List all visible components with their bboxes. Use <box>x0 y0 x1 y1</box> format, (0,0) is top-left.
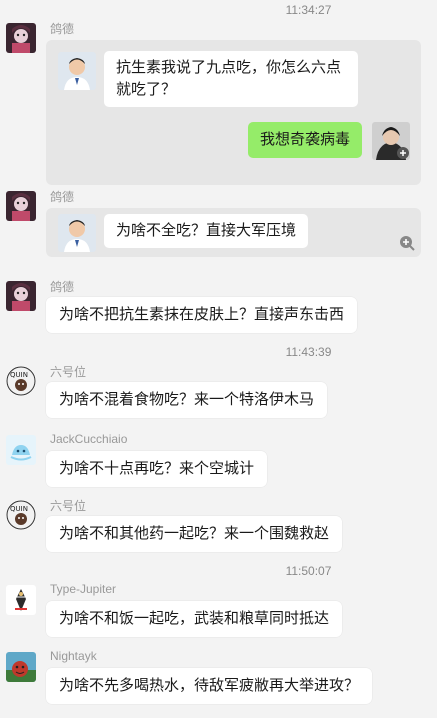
avatar-jack[interactable] <box>6 435 36 465</box>
message-bubble[interactable]: 为啥不和其他药一起吃？来一个围魏救赵 <box>46 516 343 552</box>
quoted-message-left: 抗生素我说了九点吃，你怎么六点就吃了？ <box>104 51 358 107</box>
sender-name: Type-Jupiter <box>50 582 117 596</box>
sender-name: Nightayk <box>50 649 97 663</box>
avatar-liuhaowei[interactable]: QUIN <box>6 500 36 530</box>
zoom-in-icon[interactable] <box>399 235 415 251</box>
timestamp: 11:50:07 <box>285 564 332 578</box>
avatar-nightayk[interactable] <box>6 652 36 682</box>
quoted-message-left: 为啥不全吃？直接大军压境 <box>104 214 309 248</box>
sender-name: 六号位 <box>50 499 87 513</box>
svg-text:QUIN: QUIN <box>10 505 28 513</box>
message-bubble[interactable]: 为啥不和饭一起吃，武装和粮草同时抵达 <box>46 601 343 637</box>
message-bubble[interactable]: 为啥不先多喝热水，待敌军疲敝再大举进攻？ <box>46 668 373 704</box>
message-bubble[interactable]: 为啥不把抗生素抹在皮肤上？直接声东击西 <box>46 297 358 333</box>
sender-name: 鸽德 <box>50 190 75 204</box>
timestamp: 11:34:27 <box>285 3 332 17</box>
avatar-doctor <box>58 52 96 90</box>
avatar-gede[interactable] <box>6 191 36 221</box>
sender-name: 六号位 <box>50 365 87 379</box>
quoted-chat-card[interactable]: 为啥不全吃？直接大军压境 <box>46 208 421 257</box>
sender-name: 鸽德 <box>50 280 75 294</box>
avatar-liuhaowei[interactable]: QUIN <box>6 366 36 396</box>
quoted-chat-card[interactable]: 抗生素我说了九点吃，你怎么六点就吃了？ 我想奇袭病毒 <box>46 40 421 185</box>
avatar-jupiter[interactable] <box>6 585 36 615</box>
avatar-self <box>372 122 410 160</box>
avatar-gede[interactable] <box>6 281 36 311</box>
avatar-doctor <box>58 214 96 252</box>
svg-text:QUIN: QUIN <box>10 371 28 379</box>
quoted-message-right: 我想奇袭病毒 <box>248 122 363 158</box>
avatar-gede[interactable] <box>6 23 36 53</box>
message-bubble[interactable]: 为啥不十点再吃？来个空城计 <box>46 451 268 487</box>
message-bubble[interactable]: 为啥不混着食物吃？来一个特洛伊木马 <box>46 382 328 418</box>
sender-name: 鸽德 <box>50 22 75 36</box>
sender-name: JackCucchiaio <box>50 432 128 446</box>
timestamp: 11:43:39 <box>285 345 332 359</box>
